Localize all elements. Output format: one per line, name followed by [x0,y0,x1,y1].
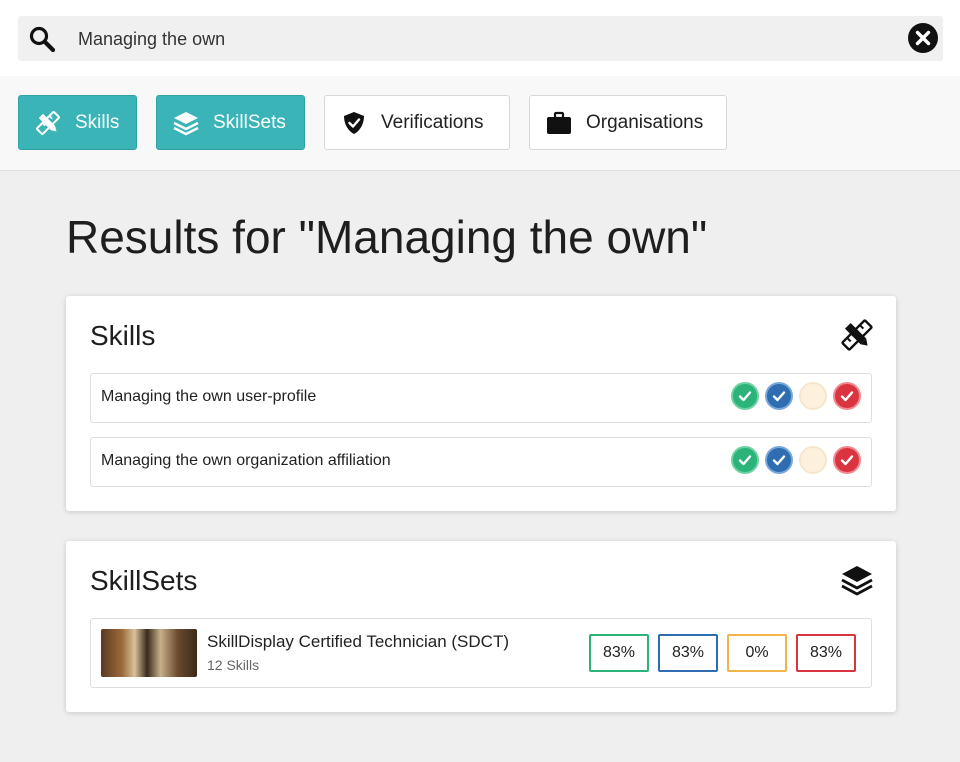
progress-green: 83% [589,634,649,672]
briefcase-icon [546,110,572,136]
verified-green-icon [731,382,759,410]
skill-row[interactable]: Managing the own organization affiliatio… [90,437,872,487]
skillset-skill-count: 12 Skills [207,657,260,673]
layers-icon [841,566,873,596]
pencil-ruler-icon [841,319,873,351]
verified-green-icon [731,446,759,474]
results-title: Results for "Managing the own" [66,211,708,263]
tab-skills[interactable]: Skills [18,95,137,150]
tab-skillsets[interactable]: SkillSets [156,95,305,150]
verified-blue-icon [765,446,793,474]
search-bar [18,16,943,61]
progress-yellow: 0% [727,634,787,672]
search-icon[interactable] [28,25,56,53]
shield-check-icon [341,110,367,136]
progress-blue: 83% [658,634,718,672]
skills-card-title: Skills [90,320,156,351]
skillset-thumbnail [101,629,197,677]
skill-row[interactable]: Managing the own user-profile [90,373,872,423]
verification-badges [731,446,861,474]
tab-organisations-label: Organisations [586,111,704,133]
skillsets-card-title: SkillSets [90,565,198,596]
verified-blue-icon [765,382,793,410]
skillsets-card: SkillSets SkillDisplay Certified Technic… [66,541,896,712]
tab-organisations[interactable]: Organisations [529,95,727,150]
clear-search-icon[interactable] [907,22,939,54]
tab-skills-label: Skills [75,111,120,133]
unverified-icon [799,446,827,474]
skillset-name: SkillDisplay Certified Technician (SDCT) [207,632,509,651]
search-input[interactable] [78,24,898,54]
tab-skillsets-label: SkillSets [213,111,286,133]
verified-red-icon [833,382,861,410]
pencil-ruler-icon [35,110,61,136]
layers-icon [173,110,199,136]
tab-verifications[interactable]: Verifications [324,95,510,150]
verification-badges [731,382,861,410]
skill-row-label: Managing the own user-profile [101,388,317,405]
top-bar [0,0,960,76]
skill-row-label: Managing the own organization affiliatio… [101,452,391,469]
progress-red: 83% [796,634,856,672]
filter-tabs: Skills SkillSets Verifications Organisat… [0,76,960,171]
skills-card: Skills Managing the own user-profile Man… [66,296,896,511]
skillset-row[interactable]: SkillDisplay Certified Technician (SDCT)… [90,618,872,688]
unverified-icon [799,382,827,410]
verified-red-icon [833,446,861,474]
tab-verifications-label: Verifications [381,111,484,133]
